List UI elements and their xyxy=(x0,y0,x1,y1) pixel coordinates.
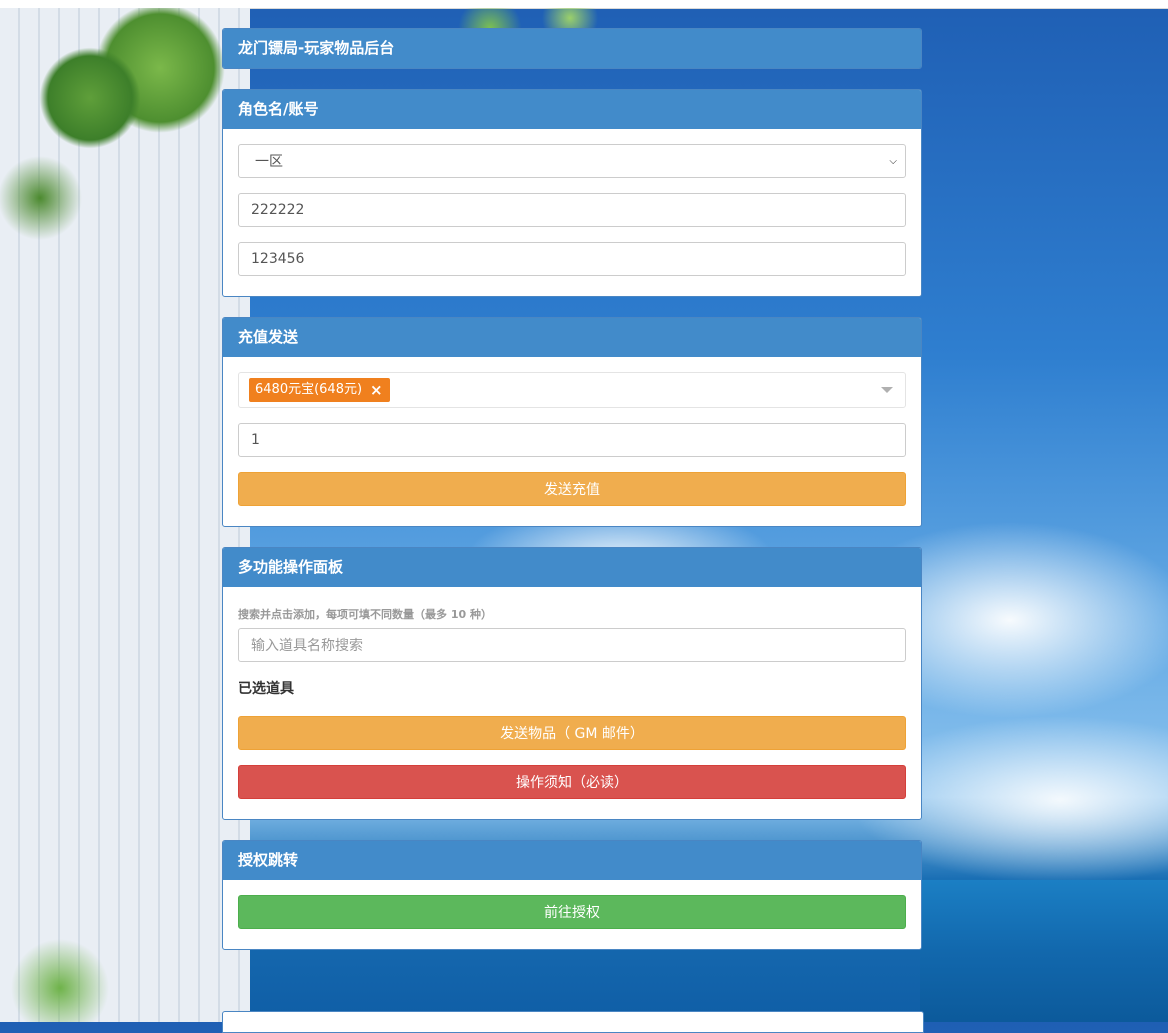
goto-auth-button[interactable]: 前往授权 xyxy=(238,895,906,929)
item-search-placeholder: 输入道具名称搜索 xyxy=(251,638,363,654)
account-body: 一区 ⌵ 222222 123456 xyxy=(223,129,921,296)
recharge-package-select[interactable]: 6480元宝(648元) × xyxy=(238,372,906,408)
recharge-heading: 充值发送 xyxy=(223,318,921,357)
selected-items-heading: 已选道具 xyxy=(238,681,294,697)
selected-package-tag: 6480元宝(648元) × xyxy=(249,378,390,402)
remove-tag-icon[interactable]: × xyxy=(370,378,383,402)
selected-package-label: 6480元宝(648元) xyxy=(255,382,363,397)
multi-panel: 多功能操作面板 搜索并点击添加，每项可填不同数量（最多 10 种） 输入道具名称… xyxy=(222,547,922,820)
caret-down-icon[interactable] xyxy=(881,387,893,393)
auth-heading: 授权跳转 xyxy=(223,841,921,880)
next-panel-edge xyxy=(222,1011,924,1033)
quantity-value: 1 xyxy=(251,432,260,448)
auth-body: 前往授权 xyxy=(223,880,921,949)
role-name-value: 222222 xyxy=(251,202,305,218)
recharge-body: 6480元宝(648元) × 1 发送充值 xyxy=(223,357,921,526)
auth-panel: 授权跳转 前往授权 xyxy=(222,840,922,950)
send-items-button[interactable]: 发送物品（ GM 邮件） xyxy=(238,716,906,750)
account-panel: 角色名/账号 一区 ⌵ 222222 123456 xyxy=(222,89,922,297)
title-panel: 龙门镖局-玩家物品后台 xyxy=(222,28,922,69)
background-scene-sea xyxy=(920,880,1168,1022)
item-search-input[interactable]: 输入道具名称搜索 xyxy=(238,628,906,662)
server-select[interactable]: 一区 ⌵ xyxy=(238,144,906,178)
recharge-panel: 充值发送 6480元宝(648元) × 1 发送充值 xyxy=(222,317,922,527)
send-recharge-button[interactable]: 发送充值 xyxy=(238,472,906,506)
multi-body: 搜索并点击添加，每项可填不同数量（最多 10 种） 输入道具名称搜索 已选道具 … xyxy=(223,587,921,819)
page-title: 龙门镖局-玩家物品后台 xyxy=(223,29,921,68)
password-value: 123456 xyxy=(251,251,305,267)
password-input[interactable]: 123456 xyxy=(238,242,906,276)
account-heading: 角色名/账号 xyxy=(223,90,921,129)
chevron-down-icon: ⌵ xyxy=(889,155,897,167)
notice-button[interactable]: 操作须知（必读） xyxy=(238,765,906,799)
background-scene-house xyxy=(0,8,250,1022)
server-select-value: 一区 xyxy=(255,154,283,170)
quantity-input[interactable]: 1 xyxy=(238,423,906,457)
role-name-input[interactable]: 222222 xyxy=(238,193,906,227)
search-hint: 搜索并点击添加，每项可填不同数量（最多 10 种） xyxy=(238,608,492,621)
multi-heading: 多功能操作面板 xyxy=(223,548,921,587)
main-container: 龙门镖局-玩家物品后台 角色名/账号 一区 ⌵ 222222 123456 充值… xyxy=(222,28,922,970)
